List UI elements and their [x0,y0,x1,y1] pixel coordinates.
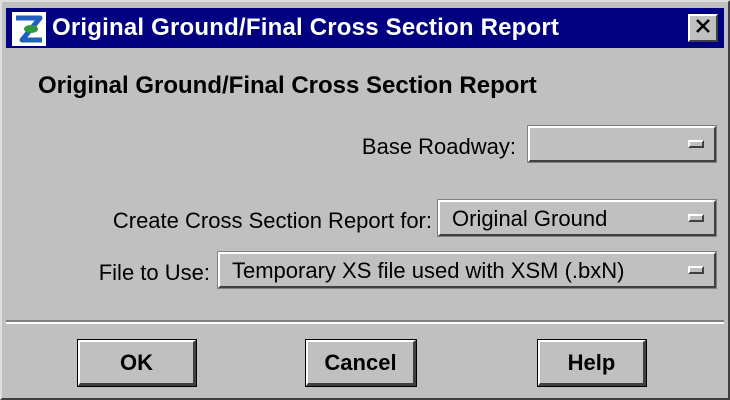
close-button[interactable] [688,14,718,42]
file-to-use-dropdown[interactable]: Temporary XS file used with XSM (.bxN) [217,251,717,289]
title-bar[interactable]: Original Ground/Final Cross Section Repo… [6,8,724,48]
option-menu-indicator-icon [688,214,704,222]
app-logo-icon [12,12,46,46]
file-to-use-label: File to Use: [98,260,210,285]
dialog-window: Original Ground/Final Cross Section Repo… [0,0,730,400]
cancel-button[interactable]: Cancel [305,339,417,387]
file-to-use-value: Temporary XS file used with XSM (.bxN) [232,258,625,283]
base-roadway-dropdown[interactable] [527,125,717,163]
ok-button[interactable]: OK [77,339,197,387]
report-for-label: Create Cross Section Report for: [112,208,432,233]
base-roadway-label: Base Roadway: [361,134,516,159]
report-for-dropdown[interactable]: Original Ground [437,199,717,237]
option-menu-indicator-icon [688,266,704,274]
close-icon [695,18,711,39]
window-title: Original Ground/Final Cross Section Repo… [52,14,560,41]
report-for-value: Original Ground [452,206,608,231]
option-menu-indicator-icon [688,140,704,148]
separator [6,320,724,324]
help-button[interactable]: Help [537,339,647,387]
dialog-heading: Original Ground/Final Cross Section Repo… [38,72,537,99]
